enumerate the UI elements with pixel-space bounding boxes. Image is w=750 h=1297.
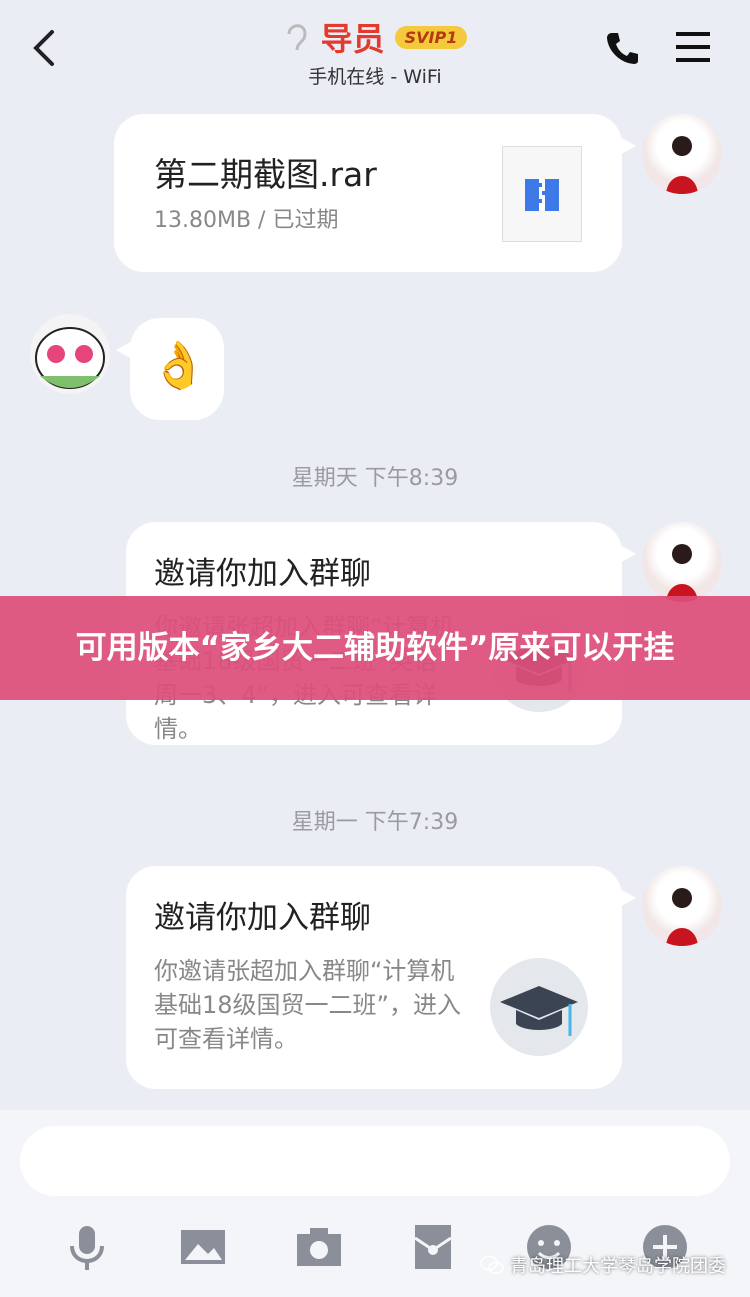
file-name: 第二期截图.rar [154, 155, 377, 194]
red-packet-icon[interactable] [408, 1222, 458, 1272]
phone-icon[interactable] [604, 30, 640, 66]
chat-header: 导员 SVIP1 手机在线 - WiFi [0, 0, 750, 92]
watermark: 青岛理工大学琴岛学院团委 [480, 1252, 726, 1278]
graduation-cap-icon [490, 958, 588, 1056]
contact-name[interactable]: 导员 [321, 14, 385, 60]
ear-icon [287, 24, 307, 51]
headline-banner: 可用版本“家乡大二辅助软件”原来可以开挂 [0, 596, 750, 700]
self-avatar[interactable] [642, 522, 722, 602]
camera-icon[interactable] [294, 1222, 344, 1272]
ok-hand-emoji: 👌 [150, 338, 208, 392]
emoji-message[interactable]: 👌 [116, 318, 224, 420]
wechat-icon [480, 1255, 504, 1275]
group-invite-card[interactable]: 邀请你加入群聊 你邀请张超加入群聊“计算机基础18级国贸一二班”，进入可查看详情… [126, 866, 636, 1089]
file-meta: 13.80MB / 已过期 [154, 208, 339, 233]
watermark-text: 青岛理工大学琴岛学院团委 [510, 1256, 726, 1277]
timestamp: 星期天 下午8:39 [291, 466, 459, 491]
online-status: 手机在线 - WiFi [308, 66, 442, 88]
rar-file-icon [502, 146, 582, 242]
image-icon[interactable] [178, 1222, 228, 1272]
invite-title: 邀请你加入群聊 [154, 900, 371, 936]
headline-text: 可用版本“家乡大二辅助软件”原来可以开挂 [75, 630, 675, 666]
file-message[interactable]: 第二期截图.rar 13.80MB / 已过期 [114, 114, 636, 272]
mic-icon[interactable] [62, 1222, 112, 1272]
message-input[interactable] [20, 1126, 730, 1196]
contact-avatar[interactable] [30, 314, 110, 394]
timestamp: 星期一 下午7:39 [291, 810, 459, 835]
invite-body: 你邀请张超加入群聊“计算机基础18级国贸一二班”，进入可查看详情。 [154, 957, 461, 1053]
menu-icon[interactable] [674, 30, 712, 64]
svip-badge: SVIP1 [394, 25, 468, 49]
invite-title: 邀请你加入群聊 [154, 556, 371, 592]
self-avatar[interactable] [642, 114, 722, 194]
self-avatar[interactable] [642, 866, 722, 946]
